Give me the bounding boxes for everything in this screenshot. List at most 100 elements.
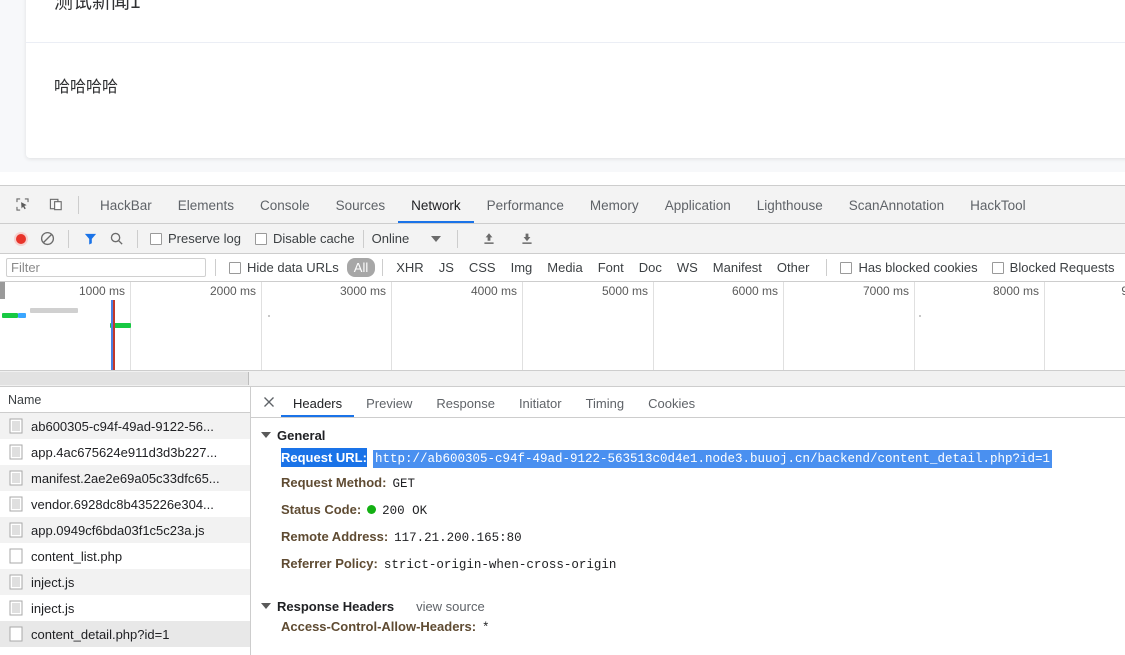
filter-type-xhr[interactable]: XHR	[389, 258, 430, 277]
tab-network[interactable]: Network	[398, 187, 474, 223]
table-row[interactable]: inject.js	[0, 595, 250, 621]
header-row-status-code[interactable]: Status Code: 200 OK	[251, 502, 1125, 529]
headers-body: General Request URL: http://ab600305-c94…	[251, 422, 1125, 646]
overview-tick-5000: 5000 ms	[601, 284, 648, 298]
article-body: 哈哈哈哈	[54, 79, 119, 96]
tab-sources[interactable]: Sources	[323, 187, 399, 223]
script-file-icon	[9, 574, 23, 590]
throttle-select[interactable]: Online	[372, 231, 442, 246]
request-list-header-name[interactable]: Name	[0, 387, 250, 413]
tab-hackbar[interactable]: HackBar	[87, 187, 165, 223]
header-key: Access-Control-Allow-Headers:	[281, 619, 477, 634]
tab-headers[interactable]: Headers	[281, 388, 355, 417]
overview-tick-4000: 4000 ms	[470, 284, 517, 298]
hide-data-urls-box[interactable]	[229, 261, 241, 274]
tab-application[interactable]: Application	[652, 187, 744, 223]
overview-tick-3000: 3000 ms	[339, 284, 386, 298]
disable-cache-box[interactable]	[254, 232, 267, 245]
request-name: content_list.php	[31, 548, 123, 564]
preserve-log-checkbox[interactable]: Preserve log	[150, 231, 241, 246]
overview-grid	[0, 282, 1125, 370]
article-card: 测试新闻1 哈哈哈哈	[26, 0, 1125, 158]
header-value: http://ab600305-c94f-49ad-9122-563513c0d…	[372, 450, 1053, 468]
filter-type-img[interactable]: Img	[504, 258, 540, 277]
throttle-value: Online	[371, 231, 410, 246]
filter-type-css[interactable]: CSS	[462, 258, 503, 277]
overview-scroll-handle[interactable]	[0, 372, 249, 385]
header-value: strict-origin-when-cross-origin	[383, 558, 617, 572]
header-value: GET	[392, 477, 415, 491]
tab-performance[interactable]: Performance	[474, 187, 577, 223]
clear-icon[interactable]	[34, 227, 60, 251]
table-row[interactable]: ab600305-c94f-49ad-9122-56...	[0, 413, 250, 439]
script-file-icon	[9, 444, 23, 460]
general-section-header[interactable]: General	[251, 422, 1125, 448]
table-row[interactable]: content_list.php	[0, 543, 250, 569]
filter-input[interactable]	[6, 258, 206, 277]
header-row-referrer-policy[interactable]: Referrer Policy: strict-origin-when-cros…	[251, 556, 1125, 583]
filter-type-ws[interactable]: WS	[670, 258, 705, 277]
response-headers-section-title: Response Headers	[277, 598, 395, 614]
device-toolbar-icon[interactable]	[42, 191, 70, 219]
request-list: Name ab600305-c94f-49ad-9122-56... app.4…	[0, 387, 251, 655]
table-row[interactable]: app.4ac675624e911d3d3b227...	[0, 439, 250, 465]
overview-bar-grey	[30, 308, 78, 313]
toolbar-divider-2	[68, 229, 69, 248]
header-row-request-url[interactable]: Request URL: http://ab600305-c94f-49ad-9…	[251, 448, 1125, 475]
tab-response[interactable]: Response	[424, 388, 507, 417]
overview-scrollbar[interactable]	[0, 371, 1125, 387]
tab-cookies[interactable]: Cookies	[636, 388, 707, 417]
overview-dot-2	[919, 315, 921, 317]
tab-elements[interactable]: Elements	[165, 187, 247, 223]
triangle-down-icon	[261, 432, 271, 438]
view-source-link[interactable]: view source	[416, 599, 485, 614]
tab-console[interactable]: Console	[247, 187, 323, 223]
network-overview-timeline[interactable]: 1000 ms 2000 ms 3000 ms 4000 ms 5000 ms …	[0, 282, 1125, 371]
request-name: ab600305-c94f-49ad-9122-56...	[31, 418, 214, 434]
filter-type-manifest[interactable]: Manifest	[706, 258, 769, 277]
filter-type-font[interactable]: Font	[591, 258, 631, 277]
export-har-icon[interactable]	[514, 227, 540, 251]
tab-hacktool[interactable]: HackTool	[957, 187, 1039, 223]
response-headers-section-header[interactable]: Response Headers view source	[251, 593, 1125, 619]
preserve-log-box[interactable]	[150, 232, 162, 245]
blocked-requests-checkbox[interactable]: Blocked Requests	[991, 260, 1114, 275]
network-toolbar: Preserve log Disable cache Online	[0, 224, 1125, 254]
inspect-element-icon[interactable]	[8, 191, 36, 219]
filter-icon[interactable]	[77, 227, 103, 251]
blocked-requests-box[interactable]	[991, 261, 1004, 274]
tab-memory[interactable]: Memory	[577, 187, 652, 223]
table-row[interactable]: vendor.6928dc8b435226e304...	[0, 491, 250, 517]
filter-type-other[interactable]: Other	[770, 258, 817, 277]
search-icon[interactable]	[103, 227, 129, 251]
tab-preview[interactable]: Preview	[354, 388, 424, 417]
has-blocked-cookies-box[interactable]	[840, 261, 853, 274]
close-icon[interactable]	[257, 390, 281, 414]
filter-type-media[interactable]: Media	[540, 258, 589, 277]
filter-type-doc[interactable]: Doc	[632, 258, 669, 277]
table-row[interactable]: manifest.2ae2e69a05c33dfc65...	[0, 465, 250, 491]
chevron-down-icon	[431, 235, 442, 242]
header-row-remote-address[interactable]: Remote Address: 117.21.200.165:80	[251, 529, 1125, 556]
hide-data-urls-checkbox[interactable]: Hide data URLs	[229, 260, 339, 275]
tab-timing[interactable]: Timing	[574, 388, 637, 417]
tab-lighthouse[interactable]: Lighthouse	[744, 187, 836, 223]
header-row-access-control-allow-headers[interactable]: Access-Control-Allow-Headers: *	[251, 619, 1125, 646]
header-key: Remote Address:	[281, 529, 389, 544]
script-file-icon	[9, 522, 23, 538]
table-row[interactable]: app.0949cf6bda03f1c5c23a.js	[0, 517, 250, 543]
filter-type-js[interactable]: JS	[432, 258, 461, 277]
record-icon[interactable]	[8, 227, 34, 251]
import-har-icon[interactable]	[476, 227, 502, 251]
header-value: 200 OK	[382, 504, 428, 518]
header-row-request-method[interactable]: Request Method: GET	[251, 475, 1125, 502]
disable-cache-checkbox[interactable]: Disable cache	[254, 231, 355, 246]
table-row[interactable]: inject.js	[0, 569, 250, 595]
overview-tick-2000: 2000 ms	[209, 284, 256, 298]
filter-type-all[interactable]: All	[346, 258, 376, 277]
tab-initiator[interactable]: Initiator	[507, 388, 574, 417]
request-name: app.0949cf6bda03f1c5c23a.js	[31, 522, 205, 538]
tab-scanannotation[interactable]: ScanAnnotation	[836, 187, 957, 223]
has-blocked-cookies-checkbox[interactable]: Has blocked cookies	[840, 260, 978, 275]
table-row-selected[interactable]: content_detail.php?id=1	[0, 621, 250, 647]
